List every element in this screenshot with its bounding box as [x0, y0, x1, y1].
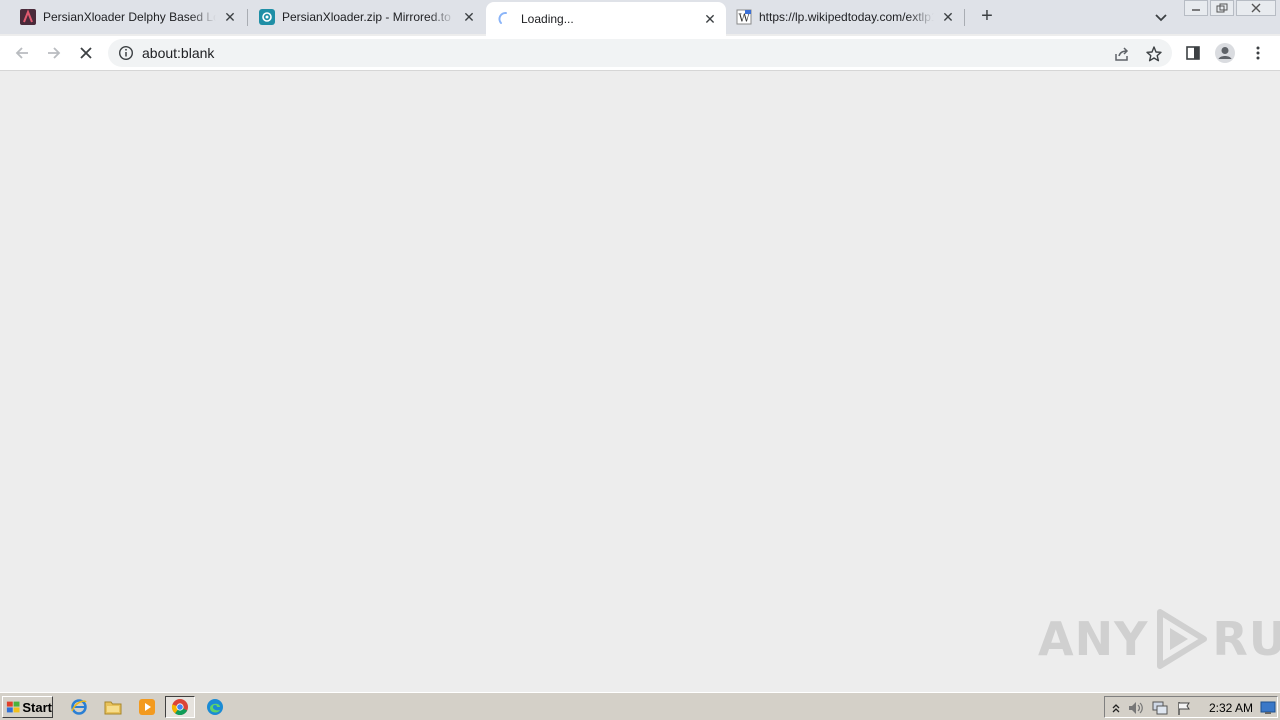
close-tab-icon[interactable]: ✕	[222, 9, 238, 25]
watermark-left: ANY	[1038, 612, 1149, 666]
browser-toolbar: about:blank	[0, 36, 1280, 71]
watermark-right: RUN	[1212, 612, 1280, 666]
profile-avatar-icon[interactable]	[1214, 42, 1236, 64]
tab-loading[interactable]: Loading... ✕	[486, 2, 726, 36]
anyrun-watermark: ANY RUN	[1038, 608, 1280, 670]
tab-mirrored[interactable]: PersianXloader.zip - Mirrored.to - Mirr …	[239, 0, 485, 34]
tab-title: https://lp.wikipedtoday.com/extlp17	[759, 10, 934, 24]
action-center-flag-icon[interactable]	[1175, 699, 1193, 717]
tab-separator	[964, 9, 965, 26]
window-controls	[1184, 0, 1278, 18]
wikipedtoday-favicon-icon: W	[736, 9, 752, 25]
back-button[interactable]	[9, 40, 35, 66]
mirrored-favicon-icon	[259, 9, 275, 25]
windows-logo-icon	[6, 701, 20, 713]
show-desktop-icon[interactable]	[1259, 699, 1277, 717]
address-bar[interactable]: about:blank	[108, 39, 1172, 67]
tab-title: Loading...	[521, 12, 574, 26]
network-icon[interactable]	[1151, 699, 1169, 717]
tab-persianxloader[interactable]: PersianXloader Delphy Based Loader ✕	[0, 0, 246, 34]
system-tray: 2:32 AM	[1104, 696, 1278, 718]
page-content	[0, 72, 1280, 692]
windows-taskbar: Start 2:32 AM	[0, 692, 1280, 720]
new-tab-button[interactable]: +	[976, 6, 998, 28]
chrome-taskbar-icon[interactable]	[165, 696, 195, 718]
anyrun-favicon-icon	[20, 9, 36, 25]
share-icon[interactable]	[1113, 45, 1131, 63]
tab-wikipedtoday[interactable]: W https://lp.wikipedtoday.com/extlp17 ✕	[716, 0, 964, 34]
close-tab-icon[interactable]: ✕	[461, 9, 477, 25]
play-logo-icon	[1157, 609, 1208, 669]
edge-icon[interactable]	[204, 697, 226, 717]
chrome-menu-icon[interactable]	[1247, 42, 1269, 64]
tab-title: PersianXloader.zip - Mirrored.to - Mirr	[282, 10, 455, 24]
loading-spinner-icon	[498, 11, 514, 27]
volume-icon[interactable]	[1127, 699, 1145, 717]
bookmark-star-icon[interactable]	[1145, 45, 1163, 63]
url-text: about:blank	[142, 45, 215, 61]
tab-title: PersianXloader Delphy Based Loader	[43, 10, 216, 24]
start-label: Start	[22, 699, 52, 715]
restore-button[interactable]	[1210, 0, 1234, 16]
close-window-button[interactable]	[1236, 0, 1276, 16]
minimize-button[interactable]	[1184, 0, 1208, 16]
tab-strip: PersianXloader Delphy Based Loader ✕ Per…	[0, 0, 1280, 36]
start-button[interactable]: Start	[2, 696, 53, 718]
file-explorer-icon[interactable]	[102, 697, 124, 717]
side-panel-icon[interactable]	[1182, 42, 1204, 64]
site-info-icon[interactable]	[118, 45, 134, 61]
close-tab-icon[interactable]: ✕	[940, 9, 956, 25]
internet-explorer-icon[interactable]	[68, 697, 90, 717]
taskbar-clock[interactable]: 2:32 AM	[1209, 701, 1253, 715]
stop-loading-button[interactable]	[73, 40, 99, 66]
media-player-icon[interactable]	[136, 697, 158, 717]
tab-search-chevron-icon[interactable]	[1152, 8, 1170, 26]
forward-button[interactable]	[41, 40, 67, 66]
show-hidden-icons-icon[interactable]	[1107, 699, 1125, 717]
